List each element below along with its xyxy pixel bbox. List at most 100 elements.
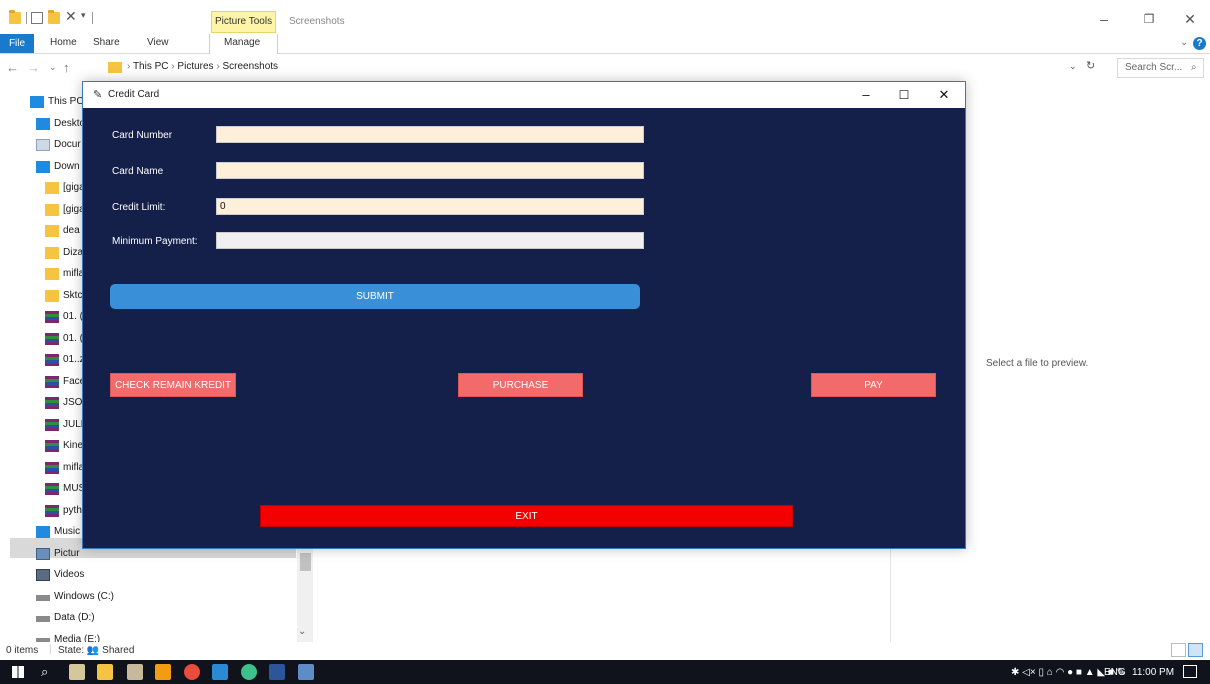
language-indicator[interactable]: ENG (1104, 667, 1126, 678)
breadcrumb-screenshots[interactable]: Screenshots (222, 61, 278, 72)
rar-archive-icon (45, 354, 59, 366)
cortana-app-icon[interactable] (69, 664, 85, 680)
delete-icon[interactable]: ✕ (65, 8, 77, 25)
documents-folder-icon (36, 139, 50, 151)
explorer-titlebar: ✕ ▾ Picture Tools Screenshots – ❐ ✕ (0, 0, 1210, 34)
tab-home[interactable]: Home (50, 37, 77, 48)
nav-item-label: mifla (63, 268, 85, 279)
dialog-titlebar: ✎ Credit Card – ☐ ✕ (83, 82, 965, 108)
pay-button[interactable]: PAY (811, 373, 936, 397)
status-state-value: Shared (102, 645, 135, 656)
search-input[interactable]: Search Scr... ⌕ (1117, 58, 1204, 78)
rar-archive-icon (45, 376, 59, 388)
credit-limit-input[interactable] (216, 198, 644, 215)
tab-view[interactable]: View (147, 37, 169, 48)
folder-icon (45, 204, 59, 216)
folder-icon (45, 290, 59, 302)
folder-icon (45, 182, 59, 194)
properties-icon[interactable] (31, 12, 43, 24)
music-icon (36, 526, 50, 538)
vlc-icon[interactable] (155, 664, 171, 680)
scroll-down-icon[interactable]: ⌄ (298, 626, 306, 637)
nav-item-label: Deskto (54, 118, 86, 129)
forward-arrow-icon[interactable]: → (27, 60, 40, 75)
minimum-payment-input[interactable] (216, 232, 644, 249)
minimum-payment-label: Minimum Payment: (112, 236, 198, 247)
taskbar: ⌕ ✱ ◁× ▯ ⌂ ◠ ● ■ ▲ ◣ ■ ✎ ENG 11:00 PM (0, 660, 1210, 684)
folder-icon (9, 10, 21, 24)
breadcrumb-pictures[interactable]: Pictures (177, 61, 213, 72)
action-center-icon[interactable] (1183, 665, 1197, 678)
purchase-button[interactable]: PURCHASE (458, 373, 583, 397)
card-number-input[interactable] (216, 126, 644, 143)
search-icon[interactable]: ⌕ (41, 664, 48, 680)
status-state: State: 👥 Shared (58, 645, 134, 656)
chrome-icon[interactable] (184, 664, 200, 680)
card-name-input[interactable] (216, 162, 644, 179)
downloads-icon (36, 161, 50, 173)
rar-archive-icon (45, 505, 59, 517)
dialog-close-button[interactable]: ✕ (929, 85, 959, 105)
details-view-icon[interactable] (1171, 643, 1186, 657)
customize-qat-icon[interactable]: ▾ (81, 10, 86, 21)
rar-archive-icon (45, 462, 59, 474)
preview-message: Select a file to preview. (986, 358, 1089, 369)
vscode-icon[interactable] (212, 664, 228, 680)
nav-item-label: pyth (63, 505, 82, 516)
separator (92, 12, 93, 24)
whatsapp-icon[interactable] (241, 664, 257, 680)
recent-locations-icon[interactable]: ⌄ (49, 62, 57, 73)
nav-item-label: Pictur (54, 548, 80, 559)
nav-item-label: This PC (48, 96, 84, 107)
close-button[interactable]: ✕ (1172, 8, 1208, 30)
card-number-label: Card Number (112, 130, 173, 141)
shared-icon: 👥 (86, 645, 100, 656)
dialog-maximize-button[interactable]: ☐ (889, 85, 919, 105)
up-arrow-icon[interactable]: ↑ (63, 60, 70, 75)
nav-item-label: mifla (63, 462, 85, 473)
large-icons-view-icon[interactable] (1188, 643, 1203, 657)
new-folder-icon[interactable] (48, 10, 60, 24)
card-name-label: Card Name (112, 166, 164, 177)
expand-ribbon-icon[interactable]: ⌄ (1180, 37, 1188, 48)
pc-icon (30, 96, 44, 108)
rar-archive-icon (45, 419, 59, 431)
feather-icon: ✎ (93, 89, 103, 101)
check-remain-kredit-button[interactable]: CHECK REMAIN KREDIT (110, 373, 236, 397)
restore-button[interactable]: ❐ (1131, 8, 1167, 30)
word-icon[interactable] (269, 664, 285, 680)
minimize-button[interactable]: – (1086, 8, 1122, 30)
back-arrow-icon[interactable]: ← (6, 60, 19, 75)
ribbon-tabs: File Home Share View Manage ⌄ ? (0, 34, 1210, 54)
rar-archive-icon (45, 333, 59, 345)
dialog-minimize-button[interactable]: – (851, 85, 881, 105)
app-icon[interactable] (127, 664, 143, 680)
clock[interactable]: 11:00 PM (1132, 667, 1174, 678)
breadcrumb-this-pc[interactable]: This PC (133, 61, 169, 72)
nav-item-label: Kine (63, 440, 84, 451)
credit-limit-label: Credit Limit: (112, 202, 166, 213)
pictures-folder-icon (108, 62, 122, 73)
rar-archive-icon (45, 311, 59, 323)
windows-start-icon[interactable] (12, 666, 24, 678)
breadcrumb[interactable]: › This PC › Pictures › Screenshots (127, 61, 278, 72)
help-icon[interactable]: ? (1193, 37, 1206, 50)
pictures-icon (36, 548, 50, 560)
tab-manage[interactable]: Manage (224, 37, 260, 48)
address-dropdown-icon[interactable]: ⌄ (1069, 61, 1077, 72)
python-app-icon[interactable] (298, 664, 314, 680)
search-icon: ⌕ (1191, 62, 1197, 73)
tab-share[interactable]: Share (93, 37, 120, 48)
tab-file[interactable]: File (0, 34, 34, 53)
exit-button[interactable]: EXIT (260, 505, 793, 527)
submit-button[interactable]: SUBMIT (110, 284, 640, 309)
desktop-folder-icon (36, 118, 50, 130)
nav-item-label: 01. ( (63, 333, 84, 344)
status-item-count: 0 items (6, 645, 39, 656)
refresh-icon[interactable]: ↻ (1086, 59, 1095, 72)
nav-scrollbar-thumb[interactable] (300, 553, 311, 571)
search-placeholder: Search Scr... (1125, 62, 1183, 73)
file-explorer-icon[interactable] (97, 664, 113, 680)
nav-item-label: Down (54, 161, 80, 172)
status-bar: 0 items | State: 👥 Shared (0, 642, 1210, 660)
